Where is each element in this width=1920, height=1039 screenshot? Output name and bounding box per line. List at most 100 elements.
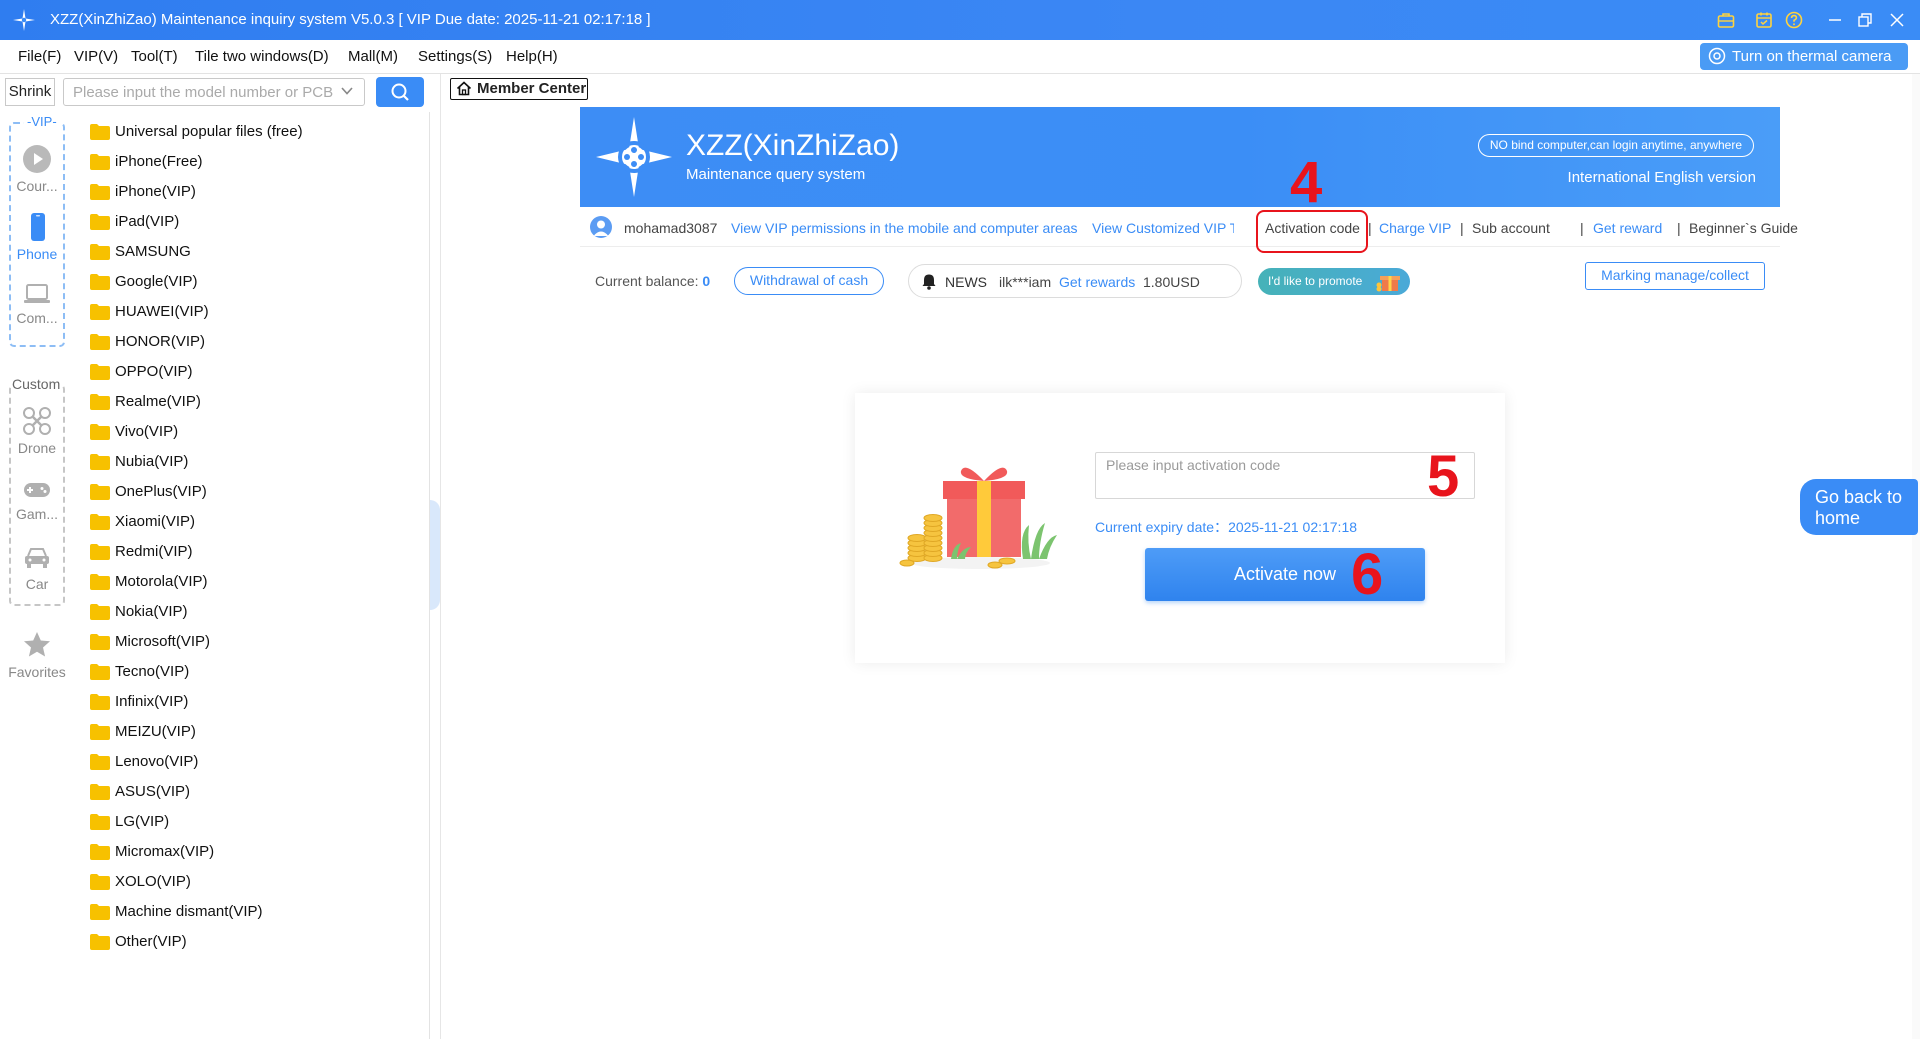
folder-icon xyxy=(90,424,110,440)
activation-card: Current expiry date：2025-11-21 02:17:18 … xyxy=(855,393,1505,663)
close-button[interactable] xyxy=(1884,8,1910,32)
file-tree-item-label: Lenovo(VIP) xyxy=(115,753,199,770)
home-icon xyxy=(456,81,472,96)
file-tree-item-label: ASUS(VIP) xyxy=(115,783,191,800)
file-tree-item-label: Micromax(VIP) xyxy=(115,843,215,860)
shrink-button[interactable]: Shrink xyxy=(5,78,55,106)
member-banner: XZZ(XinZhiZao) Maintenance query system … xyxy=(580,107,1780,207)
nav-courses[interactable]: Cour... xyxy=(0,144,74,194)
folder-icon xyxy=(90,874,110,890)
menu-help[interactable]: Help(H) xyxy=(506,48,558,65)
folder-icon xyxy=(90,544,110,560)
activation-code-input[interactable] xyxy=(1095,452,1475,499)
folder-icon xyxy=(90,184,110,200)
annotation-number-6: 6 xyxy=(1351,542,1384,607)
vip-permissions-link[interactable]: View VIP permissions in the mobile and c… xyxy=(731,220,1078,236)
xzz-logo-icon xyxy=(596,117,672,197)
folder-icon xyxy=(90,904,110,920)
folder-icon xyxy=(90,694,110,710)
user-icon xyxy=(593,220,609,236)
nav-car[interactable]: Car xyxy=(0,544,74,592)
marking-manage-button[interactable]: Marking manage/collect xyxy=(1585,262,1765,290)
bell-icon xyxy=(922,274,936,290)
menu-vip[interactable]: VIP(V) xyxy=(74,48,118,65)
thermal-camera-label: Turn on thermal camera xyxy=(1732,48,1892,65)
username: mohamad3087 xyxy=(624,220,718,236)
help-icon[interactable] xyxy=(1784,10,1804,30)
menu-file[interactable]: File(F) xyxy=(18,48,61,65)
tab-member-center[interactable]: Member Center xyxy=(450,78,588,100)
news-ticker: NEWS ilk***iam Get rewards 1.80USD xyxy=(908,264,1242,298)
nav-drone[interactable]: Drone xyxy=(0,406,74,456)
thermal-camera-icon xyxy=(1708,47,1726,65)
thermal-camera-button[interactable]: Turn on thermal camera xyxy=(1700,43,1908,70)
balance-value: 0 xyxy=(702,273,711,289)
file-tree-item-label: OPPO(VIP) xyxy=(115,363,193,380)
folder-icon xyxy=(90,724,110,740)
current-expiry-date: Current expiry date：2025-11-21 02:17:18 xyxy=(1095,517,1357,537)
menu-mall[interactable]: Mall(M) xyxy=(348,48,398,65)
file-tree-item-label: Machine dismant(VIP) xyxy=(115,903,263,920)
file-tree-item-label: LG(VIP) xyxy=(115,813,170,830)
file-tree-item-label: Infinix(VIP) xyxy=(115,693,189,710)
get-reward-link[interactable]: Get reward xyxy=(1593,220,1662,236)
menu-tile-windows[interactable]: Tile two windows(D) xyxy=(195,48,329,65)
calendar-icon[interactable] xyxy=(1754,10,1774,30)
folder-icon xyxy=(90,604,110,620)
search-icon xyxy=(391,83,409,101)
beginners-guide-link[interactable]: Beginner`s Guide xyxy=(1689,220,1798,236)
star-icon xyxy=(24,632,50,657)
briefcase-icon[interactable] xyxy=(1716,10,1736,30)
tab-member-center-label: Member Center xyxy=(477,80,587,97)
separator: | xyxy=(1677,220,1681,236)
nav-phone[interactable]: Phone xyxy=(0,212,74,262)
go-back-line1: Go back to xyxy=(1815,487,1903,507)
nav-courses-label: Cour... xyxy=(16,178,58,194)
menu-tool[interactable]: Tool(T) xyxy=(131,48,178,65)
nav-favorites[interactable]: Favorites xyxy=(0,630,74,680)
file-tree-item-label: Google(VIP) xyxy=(115,273,198,290)
minimize-button[interactable] xyxy=(1822,8,1848,32)
file-tree: Universal popular files (free) iPhone(Fre… xyxy=(74,112,430,1039)
folder-icon xyxy=(90,274,110,290)
search-input[interactable] xyxy=(63,78,365,106)
file-tree-item-label: Tecno(VIP) xyxy=(115,663,190,680)
chevron-down-icon[interactable] xyxy=(340,85,354,97)
folder-icon xyxy=(90,394,110,410)
annotation-highlight-box xyxy=(1256,210,1368,253)
nav-computer[interactable]: Com... xyxy=(0,282,74,326)
window-title: XZZ(XinZhiZao) Maintenance inquiry syste… xyxy=(50,11,651,28)
menu-settings[interactable]: Settings(S) xyxy=(418,48,492,65)
nav-drone-label: Drone xyxy=(17,440,57,456)
withdraw-cash-button[interactable]: Withdrawal of cash xyxy=(734,267,884,295)
news-user: ilk***iam xyxy=(999,274,1052,290)
customized-vip-link[interactable]: View Customized VIP Time xyxy=(1092,220,1234,236)
news-action: Get rewards xyxy=(1059,274,1136,290)
file-tree-item-label: Motorola(VIP) xyxy=(115,573,208,590)
folder-icon xyxy=(90,454,110,470)
folder-icon xyxy=(90,634,110,650)
restore-button[interactable] xyxy=(1852,8,1878,32)
folder-icon xyxy=(90,154,110,170)
go-back-home-button[interactable]: Go back to home xyxy=(1800,479,1918,535)
panel-collapse-handle[interactable] xyxy=(430,500,440,610)
car-icon xyxy=(25,548,49,568)
promote-label: I'd like to promote xyxy=(1268,274,1363,288)
search-button[interactable] xyxy=(376,77,424,107)
title-bar: XZZ(XinZhiZao) Maintenance inquiry syste… xyxy=(0,0,1920,40)
folder-icon xyxy=(90,244,110,260)
expiry-value: 2025-11-21 02:17:18 xyxy=(1228,519,1358,535)
banner-subtitle: Maintenance query system xyxy=(686,166,866,183)
file-tree-item-label: XOLO(VIP) xyxy=(115,873,191,890)
nav-games[interactable]: Gam... xyxy=(0,478,74,522)
folder-icon xyxy=(90,934,110,950)
nav-favorites-label: Favorites xyxy=(8,664,66,680)
sub-account-link[interactable]: Sub account xyxy=(1472,220,1550,236)
scrollbar[interactable] xyxy=(1912,74,1920,1039)
folder-icon xyxy=(90,664,110,680)
news-amount: 1.80USD xyxy=(1143,274,1200,290)
charge-vip-link[interactable]: Charge VIP xyxy=(1379,220,1451,236)
folder-icon xyxy=(90,364,110,380)
promote-button[interactable]: I'd like to promote xyxy=(1258,268,1410,295)
file-tree-item-label: Universal popular files (free) xyxy=(115,123,303,140)
